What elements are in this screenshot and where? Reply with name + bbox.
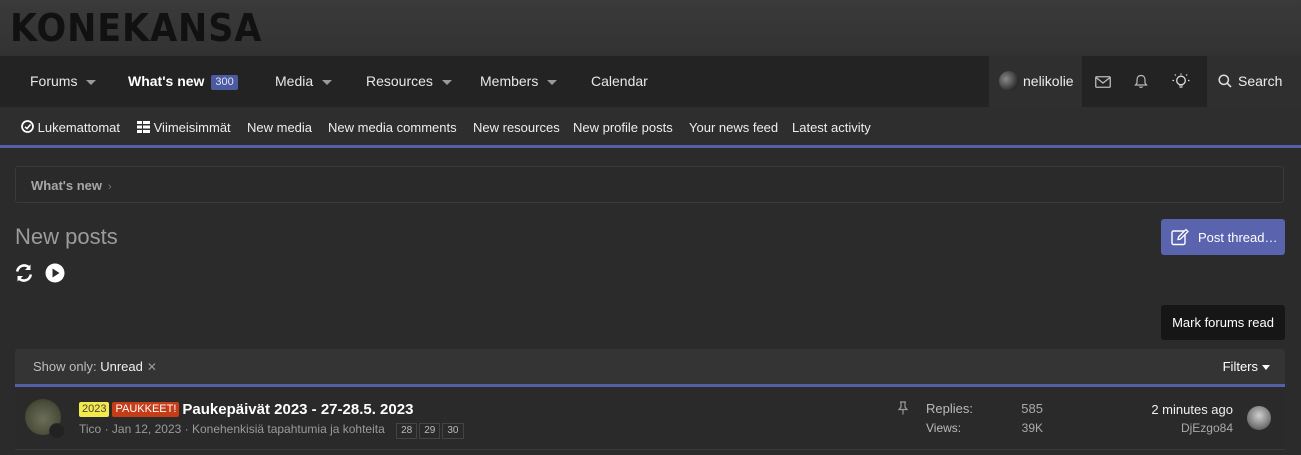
avatar xyxy=(999,71,1019,91)
chevron-down-icon[interactable] xyxy=(86,79,97,85)
thread-title-link[interactable]: Paukepäivät 2023 - 27-28.5. 2023 xyxy=(182,401,413,418)
thread-author[interactable]: Tico xyxy=(79,422,101,436)
main-nav: Forums What's new 300 Media Resources Me… xyxy=(0,56,1301,107)
subnav-latest-activity[interactable]: Latest activity xyxy=(792,107,871,148)
filter-bar: Show only: Unread ✕ Filters xyxy=(15,349,1285,387)
last-post-user[interactable]: DjEzgo84 xyxy=(1181,421,1233,435)
views-label: Views: xyxy=(926,421,962,435)
page-link[interactable]: 30 xyxy=(442,423,464,439)
edit-icon xyxy=(1171,228,1189,246)
show-only-label: Show only: xyxy=(33,359,97,374)
subnav-label: Lukemattomat xyxy=(37,120,120,135)
subnav-lukemattomat[interactable]: Lukemattomat xyxy=(21,107,120,148)
show-only-filter[interactable]: Show only: Unread ✕ xyxy=(33,349,157,385)
page-link[interactable]: 28 xyxy=(396,423,418,439)
page-title: New posts xyxy=(15,224,118,249)
avatar[interactable] xyxy=(1247,406,1271,430)
page-link[interactable]: 29 xyxy=(419,423,441,439)
filters-label: Filters xyxy=(1222,359,1258,374)
subnav-your-news-feed[interactable]: Your news feed xyxy=(689,107,778,148)
alerts-button[interactable] xyxy=(1122,56,1160,107)
prefix-badge-year[interactable]: 2023 xyxy=(79,402,110,417)
subnav-new-media-comments[interactable]: New media comments xyxy=(328,107,457,148)
replies-label: Replies: xyxy=(926,401,973,416)
nav-members[interactable]: Members xyxy=(480,56,558,107)
inbox-button[interactable] xyxy=(1084,56,1122,107)
post-thread-button[interactable]: Post thread… xyxy=(1161,219,1285,255)
subnav-viimeisimmat[interactable]: Viimeisimmät xyxy=(137,107,231,148)
subnav-new-media[interactable]: New media xyxy=(247,107,312,148)
grid-icon xyxy=(137,121,150,133)
subnav-label: Viimeisimmät xyxy=(153,120,231,135)
avatar[interactable] xyxy=(25,399,65,439)
user-menu[interactable]: nelikolie xyxy=(989,56,1082,107)
header-logo-bar: KONEKANSA xyxy=(0,0,1301,56)
page-jump: 28 29 30 xyxy=(394,422,464,439)
filters-menu[interactable]: Filters xyxy=(1223,349,1270,385)
nav-forums-label: Forums xyxy=(30,73,78,89)
mark-forums-read-button[interactable]: Mark forums read xyxy=(1161,305,1285,340)
replies-count: 585 xyxy=(1021,401,1043,416)
unread-count-badge: 300 xyxy=(211,75,238,90)
views-count: 39K xyxy=(1021,421,1043,435)
nav-calendar[interactable]: Calendar xyxy=(591,56,648,107)
search-button[interactable]: Search xyxy=(1207,56,1301,107)
show-only-value: Unread xyxy=(100,359,143,374)
post-thread-label: Post thread… xyxy=(1198,229,1278,245)
caret-down-icon xyxy=(1262,365,1270,371)
last-post-time[interactable]: 2 minutes ago xyxy=(1151,402,1233,417)
site-logo[interactable]: KONEKANSA xyxy=(10,6,262,50)
nav-whats-new[interactable]: What's new 300 xyxy=(128,56,238,107)
thread-meta: Tico · Jan 12, 2023 · Konehenkisiä tapah… xyxy=(79,422,464,439)
thread-title-line: 2023 PAUKKEET! Paukepäivät 2023 - 27-28.5.… xyxy=(79,401,413,418)
nav-resources-label: Resources xyxy=(366,73,433,89)
bell-icon xyxy=(1134,74,1148,88)
search-label: Search xyxy=(1238,73,1283,89)
close-icon[interactable]: ✕ xyxy=(147,360,157,374)
thread-date[interactable]: Jan 12, 2023 xyxy=(112,422,181,436)
breadcrumb-item[interactable]: What's new › xyxy=(31,167,112,206)
nav-forums[interactable]: Forums xyxy=(30,56,97,107)
nav-media[interactable]: Media xyxy=(275,56,333,107)
chevron-down-icon[interactable] xyxy=(322,79,333,85)
style-toggle-button[interactable] xyxy=(1162,56,1200,107)
nav-members-label: Members xyxy=(480,73,539,89)
avatar[interactable] xyxy=(49,423,65,439)
sub-nav: Lukemattomat Viimeisimmät New media New … xyxy=(0,107,1301,148)
table-row: 2023 PAUKKEET! Paukepäivät 2023 - 27-28.5.… xyxy=(15,390,1285,450)
subnav-new-resources[interactable]: New resources xyxy=(473,107,560,148)
play-icon[interactable] xyxy=(45,263,65,283)
search-icon xyxy=(1218,74,1232,88)
username: nelikolie xyxy=(1023,73,1074,89)
unread-icon xyxy=(21,120,34,133)
pin-icon xyxy=(897,401,909,415)
chevron-down-icon[interactable] xyxy=(547,79,558,85)
page-tools xyxy=(14,263,65,283)
nav-media-label: Media xyxy=(275,73,314,89)
subnav-new-profile-posts[interactable]: New profile posts xyxy=(573,107,673,148)
nav-calendar-label: Calendar xyxy=(591,73,648,89)
prefix-badge-tag[interactable]: PAUKKEET! xyxy=(112,402,180,417)
thread-forum[interactable]: Konehenkisiä tapahtumia ja kohteita xyxy=(192,422,385,436)
chevron-right-icon: › xyxy=(108,181,112,193)
breadcrumb-label: What's new xyxy=(31,178,102,193)
envelope-icon xyxy=(1095,75,1111,88)
breadcrumb: What's new › xyxy=(15,166,1284,203)
refresh-icon[interactable] xyxy=(14,263,34,283)
lightbulb-icon xyxy=(1172,73,1190,88)
nav-whats-new-label: What's new xyxy=(128,73,205,89)
nav-resources[interactable]: Resources xyxy=(366,56,452,107)
chevron-down-icon[interactable] xyxy=(441,79,452,85)
